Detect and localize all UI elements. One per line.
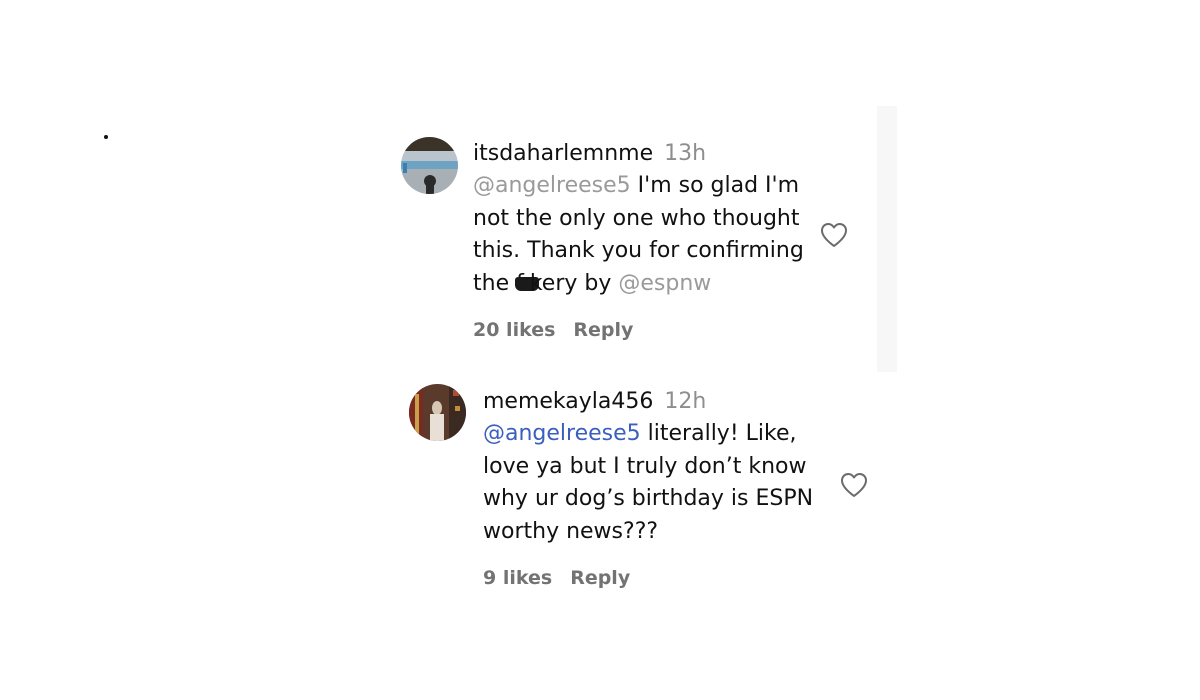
reply-button[interactable]: Reply [570, 567, 630, 589]
heart-outline-icon [841, 473, 867, 497]
text-line: this. Thank you for confirming [473, 238, 804, 264]
mention-link[interactable]: @espnw [618, 271, 711, 296]
text-line: why ur dog’s birthday is ESPN [483, 486, 814, 512]
text-line: kery by [529, 271, 619, 297]
stray-dot [104, 135, 108, 139]
comment-body: memekayla456 12h @angelreese5 literally!… [483, 388, 843, 589]
avatar[interactable] [409, 384, 466, 441]
timestamp: 13h [664, 141, 707, 166]
side-panel-strip [877, 106, 897, 372]
comment-text: @angelreese5 literally! Like, love ya bu… [483, 418, 843, 549]
mention-link[interactable]: @angelreese5 [483, 421, 641, 446]
text-line: I'm so glad I'm [630, 173, 800, 198]
likes-count[interactable]: 9 likes [483, 567, 552, 589]
avatar-photo-icon [401, 137, 458, 194]
avatar-photo-icon [409, 384, 466, 441]
comment-body: itsdaharlemnme 13h @angelreese5 I'm so g… [473, 140, 833, 341]
text-line: not the only one who thought [473, 205, 800, 231]
comment-header: memekayla456 12h [483, 388, 843, 416]
text-line: love ya but I truly don’t know [483, 453, 807, 479]
like-button[interactable] [839, 471, 869, 499]
username[interactable]: memekayla456 [483, 389, 653, 414]
comment-meta: 9 likes Reply [483, 567, 843, 589]
reply-button[interactable]: Reply [573, 319, 633, 341]
timestamp: 12h [664, 389, 707, 414]
likes-count[interactable]: 20 likes [473, 319, 555, 341]
like-button[interactable] [819, 221, 849, 249]
avatar[interactable] [401, 137, 458, 194]
username[interactable]: itsdaharlemnme [473, 141, 653, 166]
comment-text: @angelreese5 I'm so glad I'm not the onl… [473, 170, 833, 301]
text-line: literally! Like, [640, 421, 797, 446]
comment-meta: 20 likes Reply [473, 319, 833, 341]
heart-outline-icon [821, 223, 847, 247]
mention-link[interactable]: @angelreese5 [473, 173, 631, 198]
comment-header: itsdaharlemnme 13h [473, 140, 833, 168]
text-line: worthy news??? [483, 519, 659, 545]
